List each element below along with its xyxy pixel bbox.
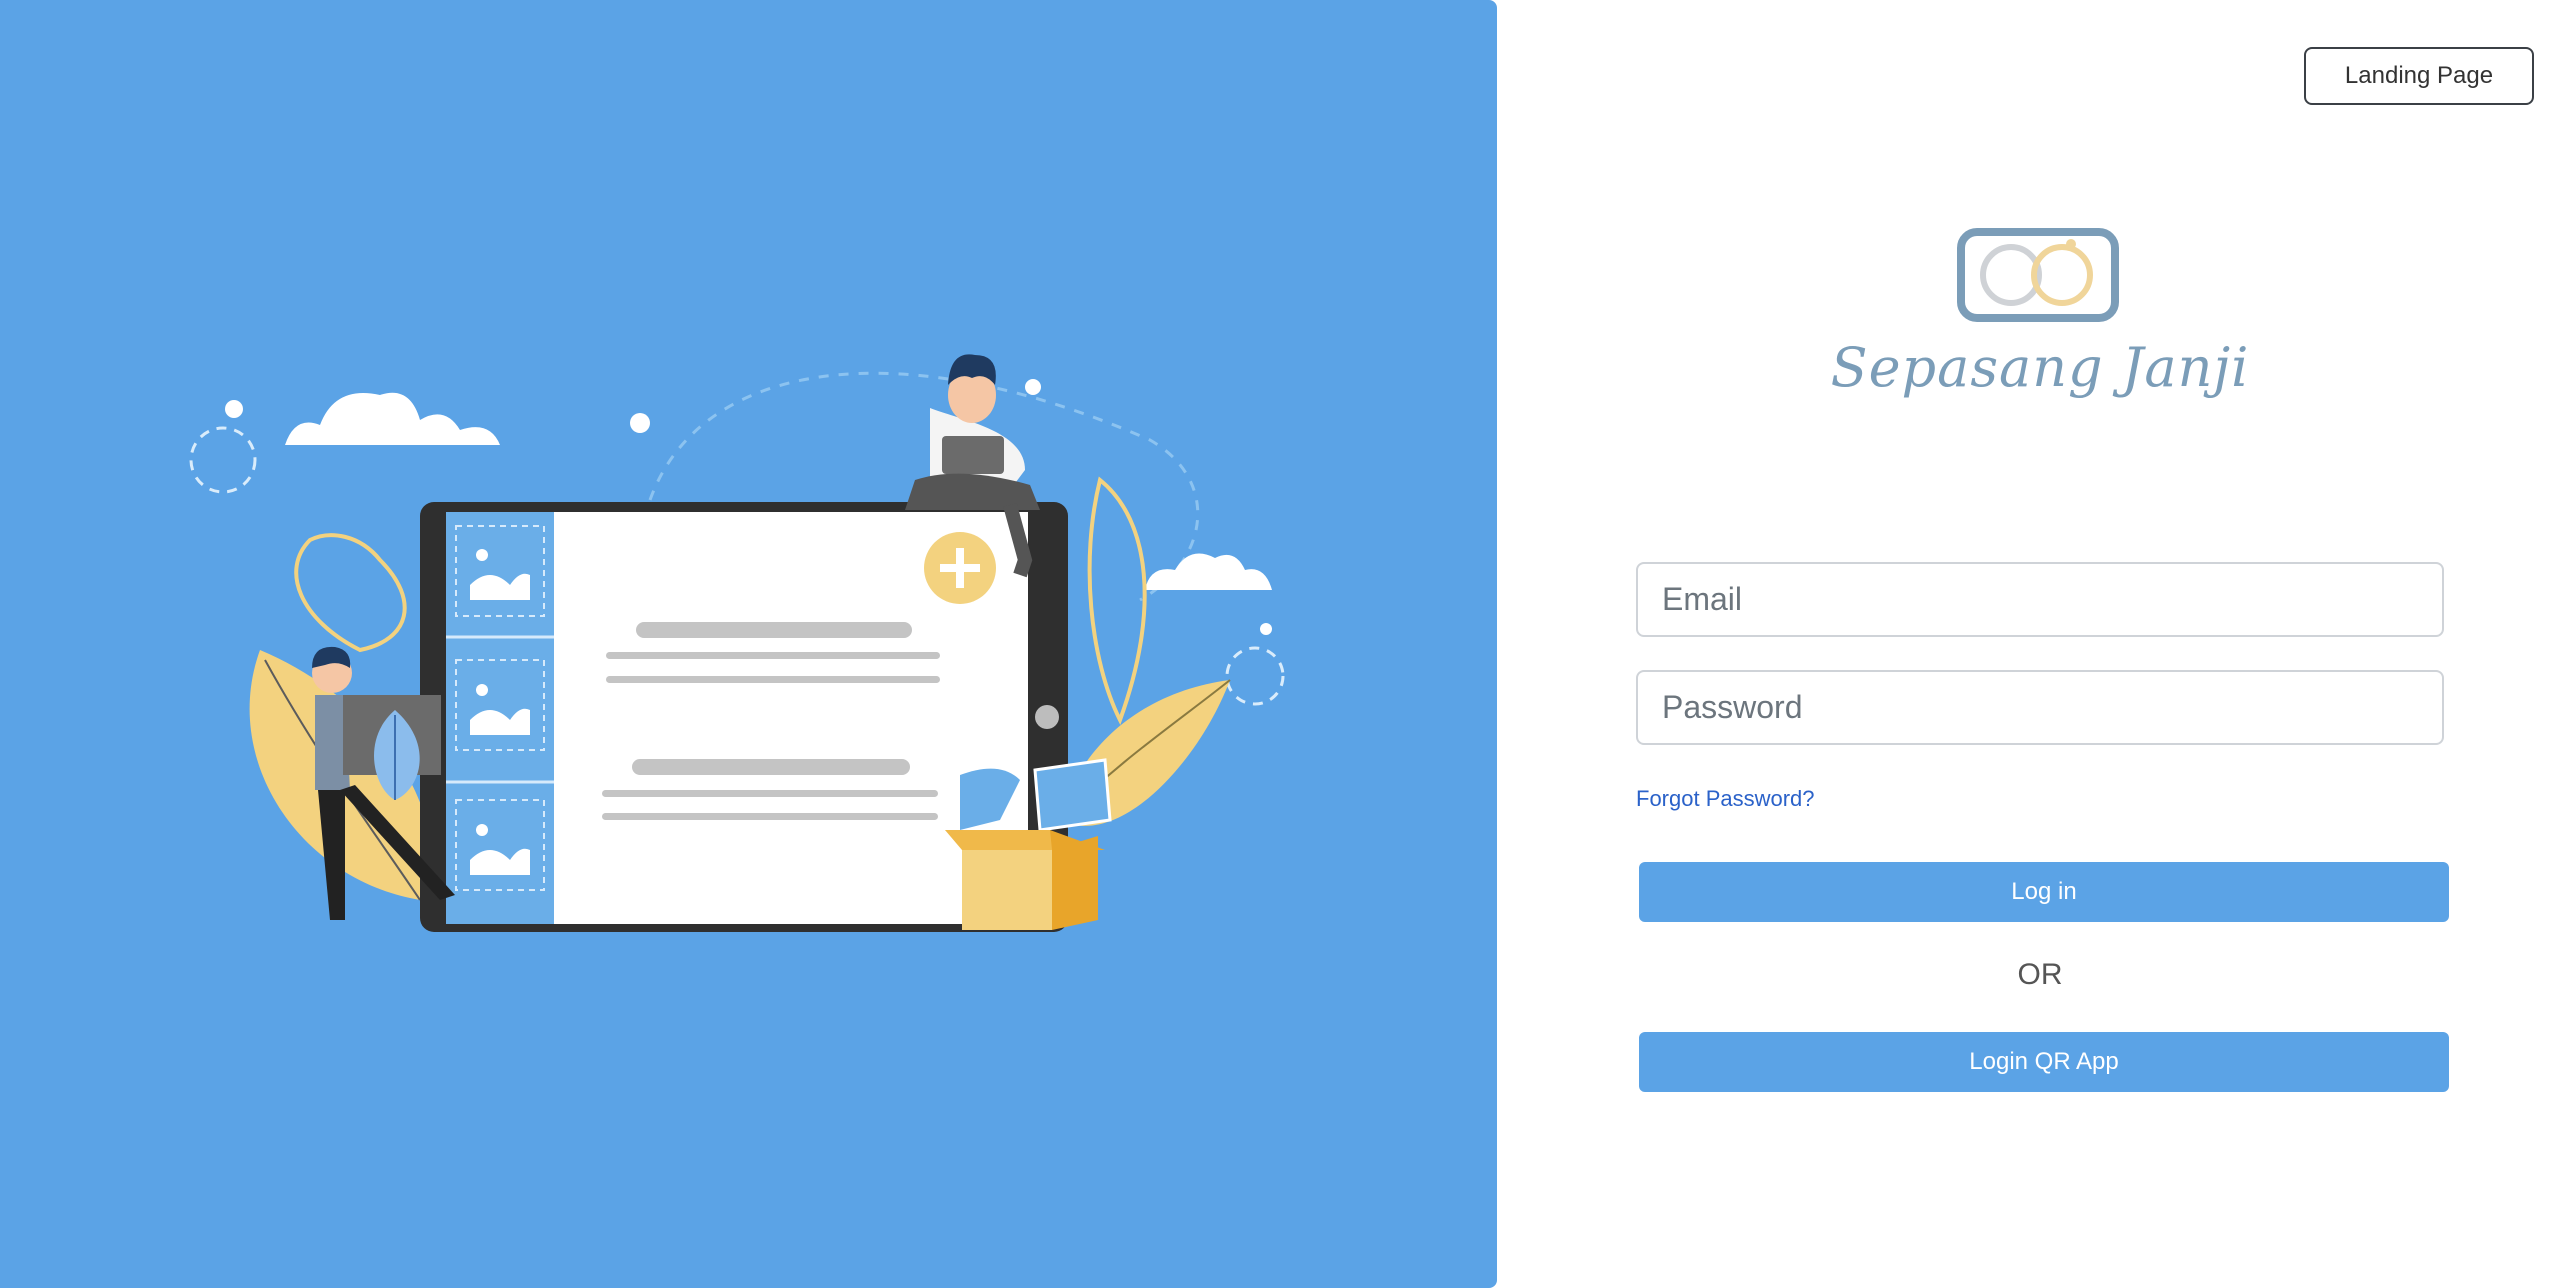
brand-name: Sepasang Janji xyxy=(1830,336,2250,399)
login-qr-app-button[interactable]: Login QR App xyxy=(1639,1032,2449,1092)
email-field[interactable] xyxy=(1636,562,2444,637)
password-field[interactable] xyxy=(1636,670,2444,745)
cloud-icon xyxy=(285,392,500,445)
landing-page-button[interactable]: Landing Page xyxy=(2304,47,2534,105)
forgot-password-link[interactable]: Forgot Password? xyxy=(1636,786,1815,812)
hero-illustration xyxy=(189,354,1285,932)
login-button[interactable]: Log in xyxy=(1639,862,2449,922)
hero-illustration-panel xyxy=(0,0,1497,1288)
dashed-circle xyxy=(189,426,257,494)
or-divider: OR xyxy=(2017,958,2063,991)
